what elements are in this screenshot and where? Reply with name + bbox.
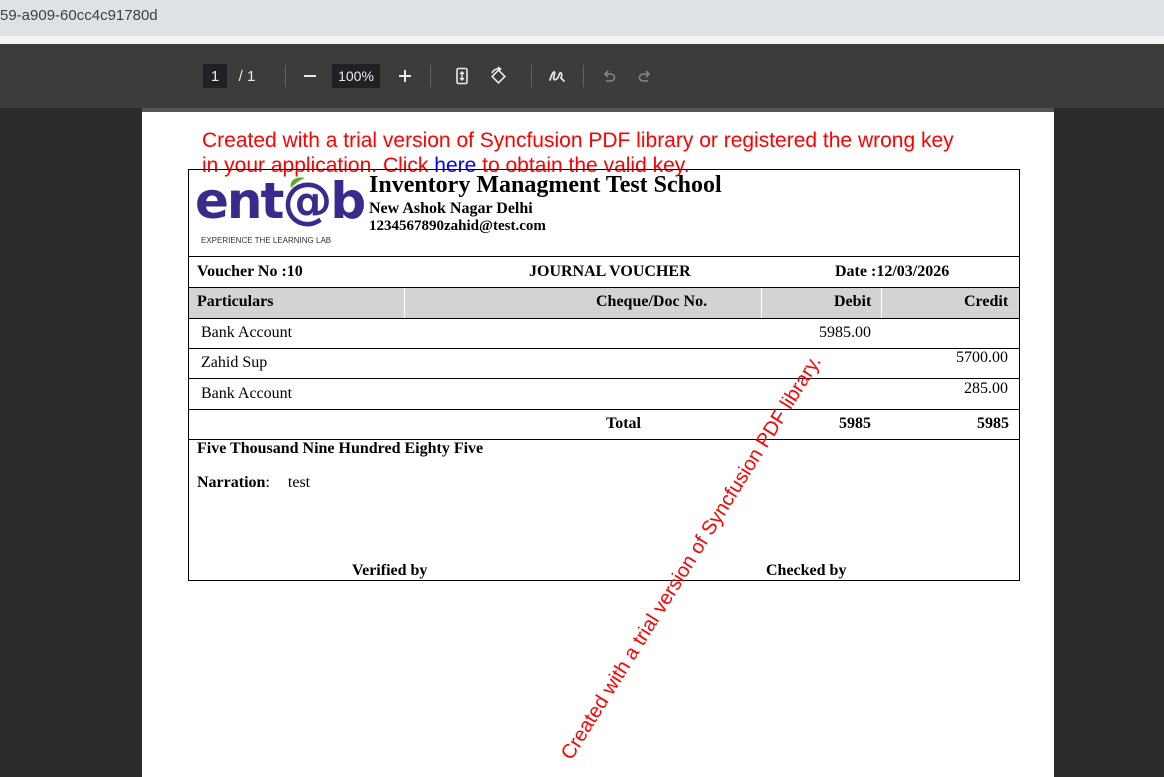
verified-by: Verified by [352,562,428,579]
tab-strip-gap [0,36,1164,44]
zoom-in-button[interactable] [393,64,417,88]
header-divider [881,288,882,318]
toolbar-divider [583,65,584,87]
school-name: Inventory Managment Test School [369,172,722,198]
row-particulars: Zahid Sup [201,354,268,371]
rotate-icon [491,66,506,84]
plus-icon [399,70,411,82]
pdf-page: Created with a trial version of Syncfusi… [142,112,1054,777]
pdf-viewer[interactable]: Created with a trial version of Syncfusi… [0,108,1164,777]
entab-logo: ent@b EXPERIENCE THE LEARNING LAB [195,172,366,248]
amount-in-words: Five Thousand Nine Hundred Eighty Five [197,440,484,457]
minus-icon [304,75,316,77]
pdf-toolbar: 1 / 1 100% [0,44,1164,108]
undo-icon [603,70,616,82]
divider [189,409,1019,410]
total-pages: / 1 [238,67,256,85]
header-cheque: Cheque/Doc No. [596,293,708,310]
divider [189,378,1019,379]
toolbar-divider [531,65,532,87]
header-divider [404,288,405,318]
divider [189,318,1019,319]
trial-notice-line1: Created with a trial version of Syncfusi… [202,129,954,152]
address-bar[interactable]: 59-a909-60cc4c91780d [0,0,1164,36]
school-address: New Ashok Nagar Delhi [369,200,533,217]
voucher-number: Voucher No :10 [197,263,303,280]
fit-page-icon [456,67,468,85]
redo-icon [638,70,651,82]
annotate-button[interactable] [545,64,569,88]
viewer-left-margin [0,108,142,777]
rotate-button[interactable] [486,64,510,88]
row-particulars: Bank Account [201,385,293,402]
row-credit: 5700.00 [956,349,1008,366]
header-debit: Debit [834,293,872,310]
logo-tagline: EXPERIENCE THE LEARNING LAB [201,236,332,245]
redo-button[interactable] [633,64,657,88]
toolbar-divider [430,65,431,87]
toolbar-divider [285,65,286,87]
header-credit: Credit [964,293,1009,310]
row-debit: 5985.00 [819,324,871,341]
divider [189,256,1019,257]
header-divider [761,288,762,318]
total-debit: 5985 [839,415,871,432]
total-label: Total [606,415,641,432]
total-credit: 5985 [977,415,1009,432]
pen-squiggle-icon [549,71,565,82]
viewer-right-margin [1054,108,1164,777]
fit-to-page-button[interactable] [450,64,474,88]
zoom-level-input[interactable]: 100% [332,64,380,88]
narration-colon: : [265,474,270,491]
row-particulars: Bank Account [201,324,293,341]
undo-button[interactable] [597,64,621,88]
voucher-type: JOURNAL VOUCHER [529,263,691,280]
narration-value: test [287,474,311,491]
apple-leaf-icon [290,177,305,188]
checked-by: Checked by [766,562,847,579]
row-credit: 285.00 [964,380,1008,397]
divider [189,348,1019,349]
voucher-box: ent@b EXPERIENCE THE LEARNING LAB Invent… [188,169,1020,581]
voucher-date: Date :12/03/2026 [835,263,950,280]
school-contact: 1234567890zahid@test.com [369,218,546,234]
header-particulars: Particulars [197,293,274,310]
url-text: 59-a909-60cc4c91780d [0,7,158,24]
zoom-out-button[interactable] [298,64,322,88]
page-number-input[interactable]: 1 [203,64,227,88]
narration-label: Narration [197,474,266,491]
narration: Narration: test [197,474,310,492]
